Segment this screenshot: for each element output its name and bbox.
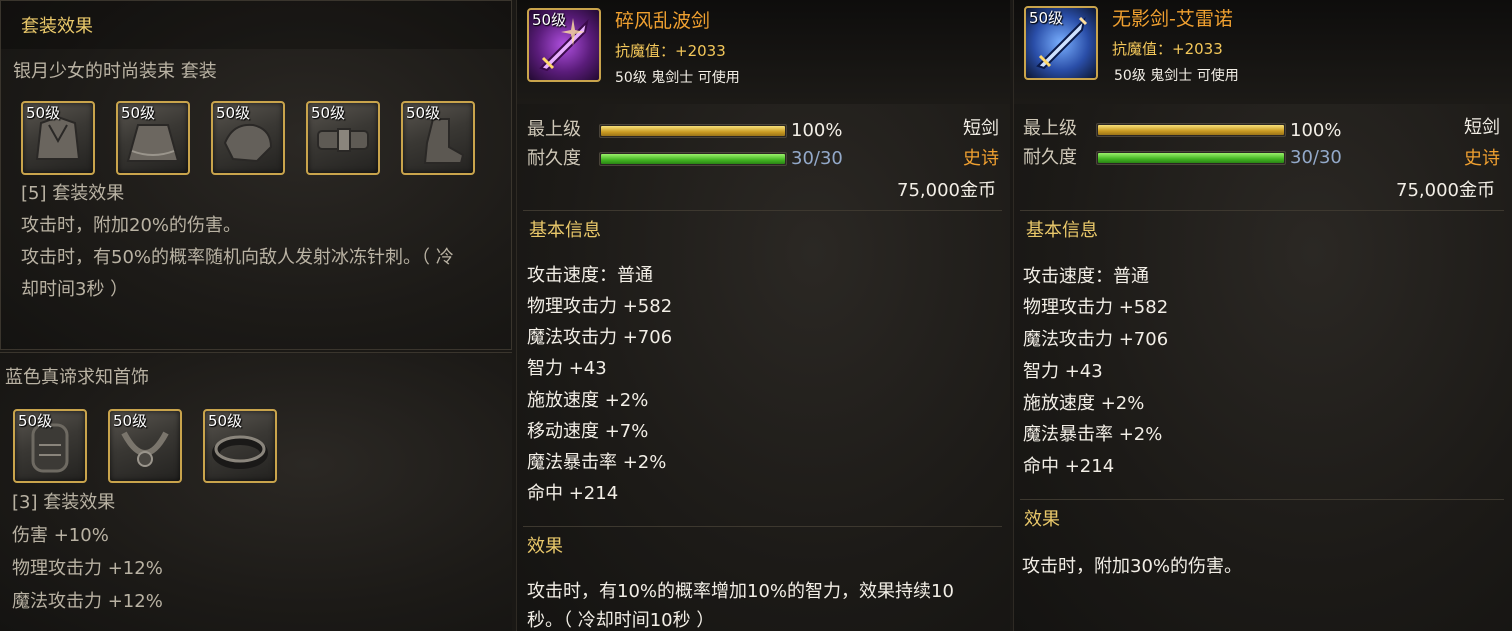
slot-level: 50级: [18, 412, 53, 430]
basic-info-header: 基本信息: [1026, 220, 1098, 241]
set-name: 银月少女的时尚装束 套装: [13, 61, 217, 82]
slot-level: 50级: [26, 104, 61, 122]
effect-line: 攻击时，有10%的概率增加10%的智力，效果持续10: [527, 581, 954, 602]
stat-line: 魔法暴击率 +2%: [527, 452, 667, 473]
set-name: 蓝色真谛求知首饰: [5, 367, 149, 388]
grade-bar-fill: [601, 126, 785, 136]
slot-level: 50级: [216, 104, 251, 122]
grade-label: 最上级: [1023, 118, 1077, 139]
durability-value: 30/30: [791, 148, 843, 169]
weapon-name: 碎风乱波剑: [615, 10, 711, 32]
slot-level: 50级: [121, 104, 156, 122]
grade-value: 100%: [791, 120, 843, 141]
slot-level: 50级: [311, 104, 346, 122]
anti-magic-value: 抗魔值：+2033: [1112, 40, 1223, 58]
set-bonus-title: [5] 套装效果: [21, 183, 125, 204]
weapon-type: 短剑: [963, 118, 999, 139]
set-bonus-line: 攻击时，有50%的概率随机向敌人发射冰冻针刺。（ 冷: [21, 247, 454, 268]
effect-line: 秒。（ 冷却时间10秒 ）: [527, 610, 715, 631]
durability-bar: [1096, 151, 1286, 165]
grade-bar-fill: [1098, 125, 1284, 135]
basic-info-header: 基本信息: [529, 220, 601, 241]
weapon-requirement: 50级 鬼剑士 可使用: [1114, 68, 1239, 84]
durability-bar-fill: [1098, 153, 1284, 163]
effect-header: 效果: [1024, 509, 1060, 530]
set-bonus-line: 却时间3秒 ）: [21, 279, 129, 300]
durability-bar: [599, 152, 787, 166]
stat-line: 魔法暴击率 +2%: [1023, 424, 1163, 445]
stat-line: 命中 +214: [1023, 456, 1115, 477]
price-value: 75,000金币: [897, 180, 996, 201]
weapon-icon-slot[interactable]: 50级: [527, 8, 601, 82]
slot-level: 50级: [208, 412, 243, 430]
stat-line: 移动速度 +7%: [527, 421, 649, 442]
set-item-slot-4[interactable]: 50级: [306, 101, 380, 175]
effect-line: 攻击时，附加30%的伤害。: [1022, 556, 1243, 577]
durability-label: 耐久度: [1023, 147, 1077, 168]
slot-level: 50级: [532, 11, 567, 29]
stat-line: 命中 +214: [527, 483, 619, 504]
stat-line: 攻击速度：普通: [1023, 266, 1149, 287]
set-bonus-line: 魔法攻击力 +12%: [12, 591, 163, 612]
stat-line: 物理攻击力 +582: [1023, 297, 1169, 318]
set-item-slot-3[interactable]: 50级: [211, 101, 285, 175]
stat-line: 施放速度 +2%: [1023, 393, 1145, 414]
durability-label: 耐久度: [527, 148, 581, 169]
stat-line: 智力 +43: [527, 358, 607, 379]
accessory-slot-1[interactable]: 50级: [13, 409, 87, 483]
set-bonus-line: 物理攻击力 +12%: [12, 558, 163, 579]
effect-header: 效果: [527, 536, 563, 557]
accessory-slot-3[interactable]: 50级: [203, 409, 277, 483]
weapon-tooltip-1: 50级 碎风乱波剑 抗魔值：+2033 50级 鬼剑士 可使用 最上级 100%…: [516, 0, 1010, 631]
set-item-slot-2[interactable]: 50级: [116, 101, 190, 175]
set-item-slot-1[interactable]: 50级: [21, 101, 95, 175]
stat-line: 攻击速度：普通: [527, 265, 653, 286]
weapon-type: 短剑: [1464, 117, 1500, 138]
set-item-slot-5[interactable]: 50级: [401, 101, 475, 175]
rarity-label: 史诗: [963, 148, 999, 169]
anti-magic-value: 抗魔值：+2033: [615, 42, 726, 60]
durability-value: 30/30: [1290, 147, 1342, 168]
set-bonus-line: 攻击时，附加20%的伤害。: [21, 215, 242, 236]
set-header-title: 套装效果: [21, 16, 93, 37]
stat-line: 魔法攻击力 +706: [1023, 329, 1169, 350]
weapon-tooltip-2: 50级 无影剑-艾雷诺 抗魔值：+2033 50级 鬼剑士 可使用 最上级 10…: [1013, 0, 1512, 631]
grade-value: 100%: [1290, 120, 1342, 141]
rarity-label: 史诗: [1464, 148, 1500, 169]
weapon-name: 无影剑-艾雷诺: [1112, 8, 1233, 30]
weapon-requirement: 50级 鬼剑士 可使用: [615, 70, 740, 86]
accessory-slot-2[interactable]: 50级: [108, 409, 182, 483]
slot-level: 50级: [406, 104, 441, 122]
divider: [523, 210, 1002, 211]
set-bonus-title: [3] 套装效果: [12, 492, 116, 513]
durability-bar-fill: [601, 154, 785, 164]
divider: [523, 526, 1002, 527]
stat-line: 智力 +43: [1023, 361, 1103, 382]
grade-bar: [1096, 123, 1286, 137]
price-value: 75,000金币: [1396, 180, 1495, 201]
weapon-icon-slot[interactable]: 50级: [1024, 6, 1098, 80]
set-bonus-line: 伤害 +10%: [12, 525, 109, 546]
stat-line: 物理攻击力 +582: [527, 296, 673, 317]
stat-line: 魔法攻击力 +706: [527, 327, 673, 348]
stat-line: 施放速度 +2%: [527, 390, 649, 411]
grade-bar: [599, 124, 787, 138]
divider: [1020, 210, 1504, 211]
set-effect-panel: 套装效果 银月少女的时尚装束 套装 50级 50级 50级 50级 50级 [5…: [0, 0, 512, 350]
grade-label: 最上级: [527, 119, 581, 140]
accessory-set-panel: 蓝色真谛求知首饰 50级 50级 50级 [3] 套装效果 伤害 +10% 物理…: [0, 352, 512, 631]
slot-level: 50级: [113, 412, 148, 430]
divider: [1020, 499, 1504, 500]
slot-level: 50级: [1029, 9, 1064, 27]
